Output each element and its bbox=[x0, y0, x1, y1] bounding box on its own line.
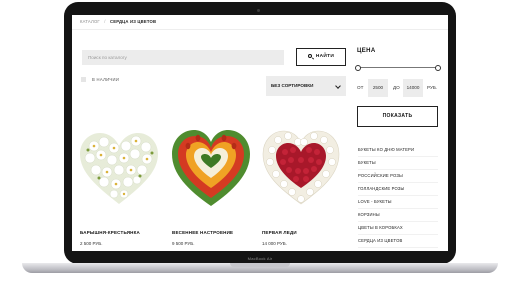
product-price: 2 500 РУБ. bbox=[80, 241, 103, 246]
white-heart-bouquet-image bbox=[80, 133, 158, 204]
search-icon bbox=[307, 54, 312, 58]
breadcrumb: КАТАЛОГ / СЕРДЦА ИЗ ЦВЕТОВ bbox=[80, 19, 156, 24]
chevron-down-icon bbox=[335, 83, 341, 89]
price-from-input[interactable]: 2500 bbox=[368, 79, 388, 97]
search-button[interactable]: НАЙТИ bbox=[296, 48, 346, 66]
device-brand-label: MacBook Air bbox=[247, 256, 273, 261]
product-name[interactable]: ВЕСЕННЕЕ НАСТРОЕНИЕ bbox=[172, 230, 233, 235]
product-image bbox=[258, 120, 344, 208]
price-currency: РУБ. bbox=[427, 85, 438, 90]
price-slider-min-handle[interactable] bbox=[355, 65, 361, 71]
product-price: 9 500 РУБ. bbox=[172, 241, 195, 246]
category-link[interactable]: РОССИЙСКИЕ РОЗЫ bbox=[358, 173, 438, 183]
product-name[interactable]: ПЕРВАЯ ЛЕДИ bbox=[262, 230, 297, 235]
price-slider-max-handle[interactable] bbox=[435, 65, 441, 71]
category-link[interactable]: ГОЛЛАНДСКИЕ РОЗЫ bbox=[358, 186, 439, 196]
sort-select[interactable]: БЕЗ СОРТИРОВКИ bbox=[266, 76, 346, 96]
in-stock-label: В НАЛИЧИИ bbox=[92, 77, 120, 82]
category-link[interactable]: LOVE - БУКЕТЫ bbox=[358, 199, 438, 209]
search-input[interactable]: Поиск по каталогу bbox=[82, 50, 284, 65]
product-price: 14 000 РУБ. bbox=[262, 241, 287, 246]
price-from-label: ОТ bbox=[357, 85, 364, 90]
breadcrumb-root-link[interactable]: КАТАЛОГ bbox=[80, 19, 100, 24]
breadcrumb-current: СЕРДЦА ИЗ ЦВЕТОВ bbox=[110, 19, 157, 24]
tulip-heart-bouquet-image bbox=[172, 130, 250, 206]
search-button-label: НАЙТИ bbox=[315, 54, 335, 59]
show-results-button[interactable]: ПОКАЗАТЬ bbox=[357, 106, 438, 127]
product-card[interactable]: ПЕРВАЯ ЛЕДИ 14 000 РУБ. bbox=[258, 120, 344, 246]
product-image bbox=[76, 120, 162, 208]
price-to-input[interactable]: 14000 bbox=[403, 79, 423, 97]
category-link[interactable]: КОРЗИНЫ bbox=[358, 212, 437, 222]
category-link[interactable]: БУКЕТЫ КО ДНЮ МАТЕРИ bbox=[358, 147, 439, 157]
sort-select-value: БЕЗ СОРТИРОВКИ bbox=[271, 83, 314, 88]
product-card[interactable]: БАРЫШНЯ-КРЕСТЬЯНКА 2 500 РУБ. bbox=[76, 120, 162, 246]
in-stock-checkbox[interactable] bbox=[81, 77, 86, 82]
price-slider-track[interactable] bbox=[358, 67, 438, 68]
price-to-label: ДО bbox=[393, 85, 400, 90]
laptop-notch bbox=[230, 263, 290, 267]
breadcrumb-separator: / bbox=[104, 19, 106, 24]
category-link[interactable]: БУКЕТЫ bbox=[358, 160, 437, 170]
product-image bbox=[168, 120, 254, 208]
category-link[interactable]: ЦВЕТЫ В КОРОБКАХ bbox=[358, 225, 438, 235]
camera-icon bbox=[257, 9, 260, 12]
category-link[interactable]: СЕРДЦА ИЗ ЦВЕТОВ bbox=[358, 238, 439, 248]
price-filter-title: ЦЕНА bbox=[357, 48, 376, 54]
rose-heart-bouquet-image bbox=[262, 130, 340, 205]
product-card[interactable]: ВЕСЕННЕЕ НАСТРОЕНИЕ 9 500 РУБ. bbox=[168, 120, 254, 246]
screen: КАТАЛОГ / СЕРДЦА ИЗ ЦВЕТОВ Поиск по ката… bbox=[72, 15, 448, 251]
product-name[interactable]: БАРЫШНЯ-КРЕСТЬЯНКА bbox=[80, 230, 140, 235]
divider bbox=[72, 29, 448, 30]
